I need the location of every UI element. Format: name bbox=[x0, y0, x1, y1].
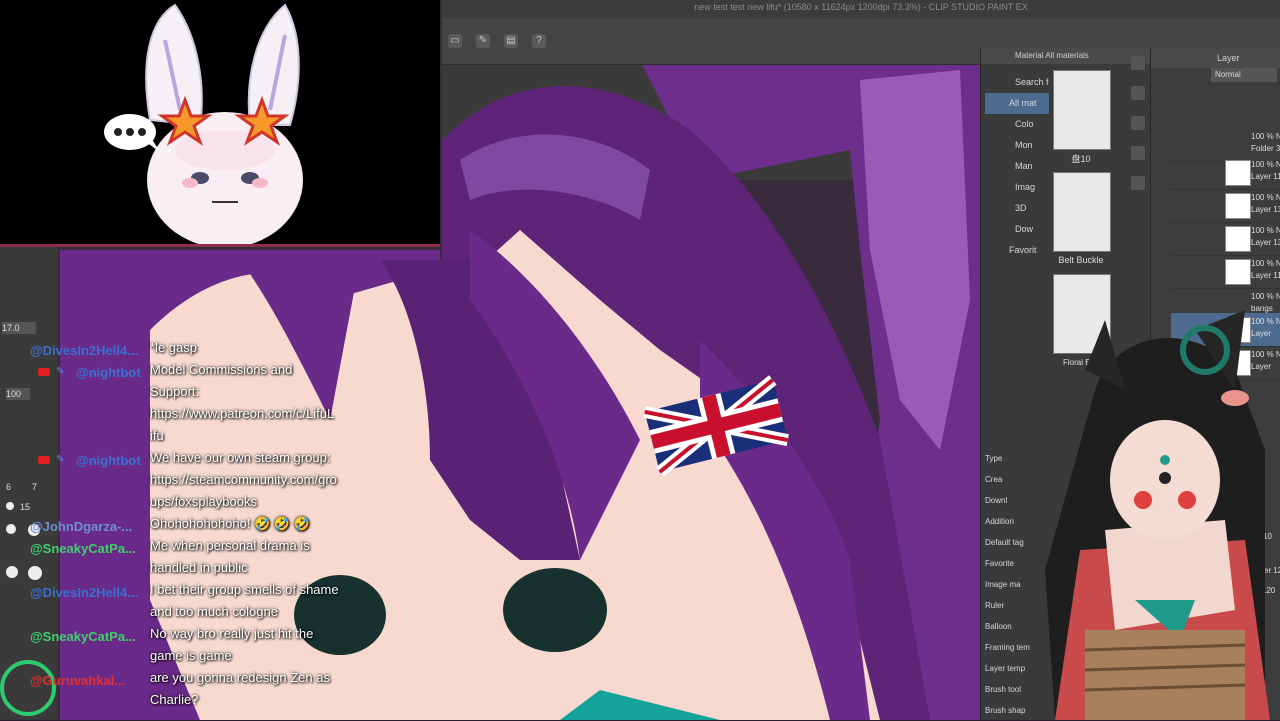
side-tool-icon[interactable] bbox=[1131, 56, 1145, 70]
layer-opacity: 100 % No bbox=[1251, 160, 1280, 169]
selection-tool-icon[interactable]: ▭ bbox=[448, 34, 462, 48]
side-tool-icon[interactable] bbox=[1131, 176, 1145, 190]
chat-message-line: Me when personal drama is bbox=[150, 538, 310, 553]
chat-message-line: Charlie? bbox=[150, 692, 199, 707]
chat-message-text: Model Commissions and Support: https://www… bbox=[150, 359, 372, 447]
chat-username: @nightbot bbox=[76, 453, 141, 468]
material-panel-header: Material All materials bbox=[981, 48, 1151, 64]
chat-message-line: ifu bbox=[150, 428, 164, 443]
tree-item-favorite[interactable]: Favorit bbox=[985, 240, 1049, 261]
material-label: Belt Buckle bbox=[1058, 255, 1104, 265]
moderator-badge-icon bbox=[38, 456, 50, 464]
layer-opacity: 100 % No bbox=[1251, 226, 1280, 235]
layer-row[interactable]: 100 % No Layer 11 bbox=[1171, 156, 1280, 190]
chat-message-line: https://www.patreon.com/c/LifuL bbox=[150, 406, 335, 421]
chat-username: @nightbot bbox=[76, 365, 141, 380]
chat-overlay: @DivesIn2Hell4... *le gasp ✎ @nightbot Model… bbox=[0, 340, 440, 720]
layer-opacity: 100 % No bbox=[1251, 193, 1280, 202]
tree-item-mono[interactable]: Mon bbox=[985, 135, 1049, 156]
mascot-overlay bbox=[0, 0, 440, 248]
layer-row[interactable]: 100 % No Layer 13 bbox=[1171, 222, 1280, 256]
chat-message-line: I bet their group smells of shame bbox=[150, 582, 339, 597]
wrench-icon: ✎ bbox=[56, 366, 65, 377]
chat-message-line: are you gonna redesign Zen as bbox=[150, 670, 330, 685]
material-tree: Search for All mat Colo Mon Man Imag 3D … bbox=[985, 72, 1049, 261]
chat-message-text: *le gasp bbox=[150, 337, 372, 359]
layer-thumbnail bbox=[1225, 160, 1251, 186]
tree-item-download[interactable]: Dow bbox=[985, 219, 1049, 240]
material-thumb[interactable] bbox=[1053, 172, 1111, 252]
brush-size-field[interactable]: 17.0 bbox=[2, 322, 36, 334]
layer-row[interactable]: 100 % No Layer 11 bbox=[1171, 255, 1280, 289]
material-thumb[interactable] bbox=[1053, 70, 1111, 150]
chat-message-text: No way bro really just hit the game is ga… bbox=[150, 623, 372, 667]
side-tool-icon[interactable] bbox=[1131, 116, 1145, 130]
chat-username: @SneakyCatPa... bbox=[30, 541, 136, 556]
side-tool-icon[interactable] bbox=[1131, 146, 1145, 160]
chat-message-line: No way bro really just hit the bbox=[150, 626, 314, 641]
layer-tab[interactable]: Layer bbox=[1151, 48, 1280, 68]
app-title-bar: new test test new lifu* (10580 x 11624px… bbox=[442, 0, 1280, 18]
chat-username: @SneakyCatPa... bbox=[30, 629, 136, 644]
layer-thumbnail bbox=[1225, 193, 1251, 219]
chat-message-line: and too much cologne bbox=[150, 604, 278, 619]
layer-name: Layer 11 bbox=[1251, 271, 1280, 280]
chat-message-line: Ohohohohohoho! 🤣 🤣 🤣 bbox=[150, 516, 310, 531]
bunny-mascot bbox=[104, 3, 303, 248]
material-side-tools bbox=[1131, 56, 1149, 206]
chat-message-line: Support: bbox=[150, 384, 200, 399]
chat-message-line: *le gasp bbox=[150, 340, 197, 355]
layer-row[interactable]: 100 % No Layer 13 bbox=[1171, 189, 1280, 223]
layer-opacity: 100 % Norm bbox=[1251, 132, 1280, 141]
chat-message-line: handled in public bbox=[150, 560, 248, 575]
chat-message-text: Me when personal drama is handled in publ… bbox=[150, 535, 372, 579]
wrench-icon: ✎ bbox=[56, 454, 65, 465]
chat-message-text: I bet their group smells of shame and too… bbox=[150, 579, 372, 623]
layer-opacity: 100 % Norm bbox=[1251, 292, 1280, 301]
material-label: 盘10 bbox=[1071, 154, 1091, 164]
tree-item-color[interactable]: Colo bbox=[985, 114, 1049, 135]
blend-mode-select[interactable]: Normal bbox=[1211, 68, 1277, 82]
clipboard-icon[interactable]: ▤ bbox=[504, 34, 518, 48]
chat-message-text: We have our own steam group: https://stea… bbox=[150, 447, 372, 513]
chat-message-line: Model Commissions and bbox=[150, 362, 293, 377]
chat-message-text: are you gonna redesign Zen as Charlie? bbox=[150, 667, 372, 711]
chat-message-line: game is game bbox=[150, 648, 232, 663]
help-icon[interactable]: ? bbox=[532, 34, 546, 48]
layer-thumbnail bbox=[1225, 259, 1251, 285]
search-button[interactable]: Search for bbox=[985, 72, 1049, 93]
vtuber-avatar bbox=[1045, 310, 1270, 720]
chat-message-line: ups/foxsplaybooks bbox=[150, 494, 257, 509]
moderator-badge-icon bbox=[38, 368, 50, 376]
chat-message-line: We have our own steam group: bbox=[150, 450, 331, 465]
layer-name: Layer 13 bbox=[1251, 238, 1280, 247]
chat-username: @Guruvahkal... bbox=[30, 673, 126, 688]
chat-username: @DivesIn2Hell4... bbox=[30, 343, 139, 358]
tree-item-image[interactable]: Imag bbox=[985, 177, 1049, 198]
chat-username: @JohnDgarza-... bbox=[30, 519, 133, 534]
side-tool-icon[interactable] bbox=[1131, 86, 1145, 100]
layer-name: Folder 37 bbox=[1251, 144, 1280, 153]
layer-tab-label: Layer bbox=[1217, 53, 1240, 63]
tree-item-manga[interactable]: Man bbox=[985, 156, 1049, 177]
chat-message-text: Ohohohohohoho! 🤣 🤣 🤣 bbox=[150, 513, 372, 535]
tree-item-3d[interactable]: 3D bbox=[985, 198, 1049, 219]
layer-name: Layer 13 bbox=[1251, 205, 1280, 214]
tree-item-all[interactable]: All mat bbox=[985, 93, 1049, 114]
layer-opacity: 100 % No bbox=[1251, 259, 1280, 268]
pen-icon[interactable]: ✎ bbox=[476, 34, 490, 48]
chat-username: @DivesIn2Hell4... bbox=[30, 585, 139, 600]
layer-thumbnail bbox=[1225, 226, 1251, 252]
chat-message-line: https://steamcommunity.com/gro bbox=[150, 472, 337, 487]
layer-name: Layer 11 bbox=[1251, 172, 1280, 181]
